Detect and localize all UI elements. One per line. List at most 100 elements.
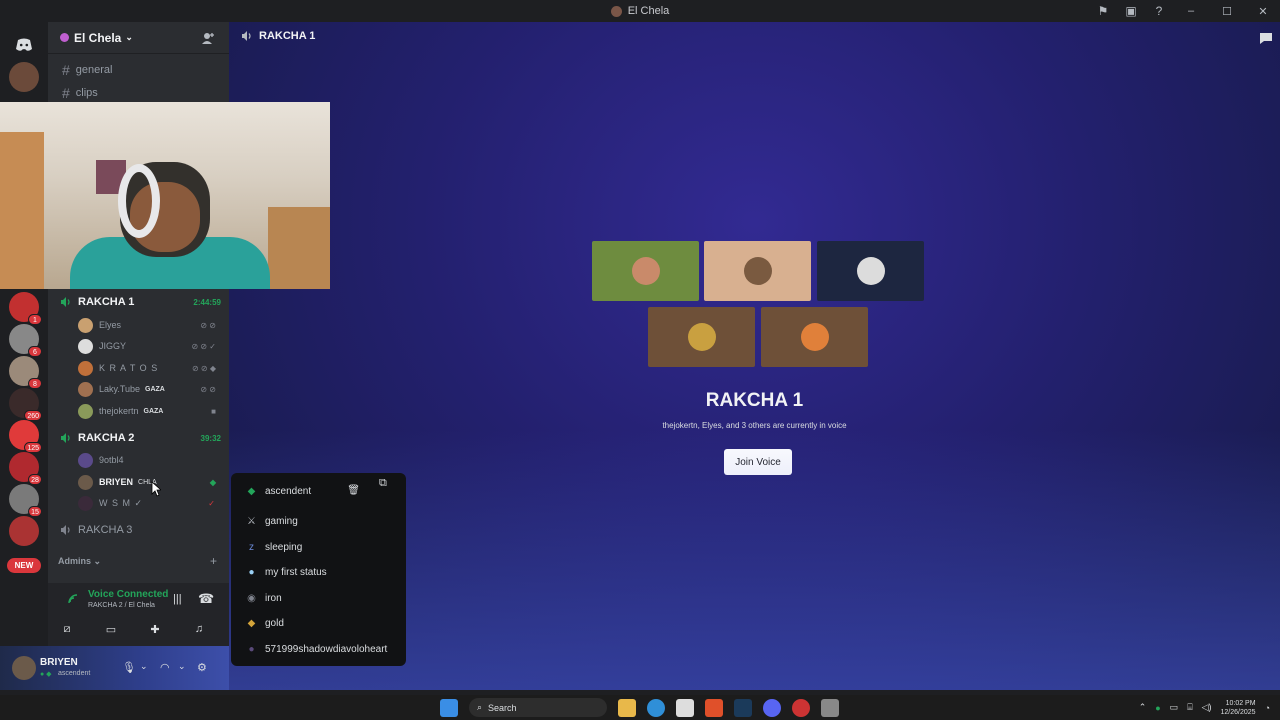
status-label: gold — [265, 618, 284, 630]
edge-icon[interactable] — [647, 698, 665, 717]
voice-channel-rakcha1[interactable]: RAKCHA 1 2:44:59 — [56, 292, 221, 312]
camera-off-icon: ⧄ — [63, 622, 71, 635]
category-label: Admins — [58, 556, 92, 566]
category-admins[interactable]: Admins ⌄ — [58, 556, 101, 567]
server-avatar[interactable]: 1 — [9, 292, 42, 325]
flag-icon[interactable]: ⚑ — [1096, 4, 1110, 18]
disconnect-icon[interactable]: ☎ — [198, 591, 214, 607]
server-avatar[interactable]: 260 — [9, 388, 42, 421]
server-avatar[interactable]: 15 — [9, 484, 42, 517]
participant-tile[interactable] — [592, 241, 699, 301]
voice-user-self[interactable]: BRIYEN CHLA ◆ — [78, 472, 218, 492]
voice-user[interactable]: K R A T O S ⊘ ⊘ ◆ — [78, 358, 218, 378]
voice-user[interactable]: Laky.Tube GAZA ⊘ ⊘ — [78, 379, 218, 399]
voice-status-subtitle[interactable]: RAKCHA 2 / El Chela — [88, 602, 155, 609]
windows-start-icon[interactable] — [440, 698, 458, 717]
participant-tile[interactable] — [761, 307, 868, 367]
clan-tag: GAZA — [145, 385, 165, 393]
minimize-button[interactable]: – — [1180, 5, 1202, 17]
server-avatar[interactable] — [9, 516, 39, 546]
status-item-current[interactable]: ◆ ascendent — [237, 478, 312, 504]
crossed-swords-icon: ⚔ — [247, 516, 256, 528]
screen-share-button[interactable]: ▭ — [92, 619, 130, 639]
discord-home-icon[interactable] — [9, 30, 39, 60]
soundboard-button[interactable]: ♫ — [180, 619, 218, 639]
gear-icon[interactable]: ⚙ — [197, 661, 207, 674]
voice-user[interactable]: 9otbl4 — [78, 450, 218, 470]
store-icon[interactable] — [676, 698, 694, 717]
clock[interactable]: 10:02 PM 12/26/2025 — [1221, 699, 1256, 717]
avatar — [78, 381, 93, 397]
close-button[interactable]: ✕ — [1252, 5, 1274, 18]
server-avatar[interactable]: 6 — [9, 324, 42, 357]
noise-suppression-icon[interactable]: ||| — [173, 593, 182, 605]
avatar — [78, 403, 93, 419]
join-voice-button[interactable]: Join Voice — [724, 449, 792, 475]
voice-status-title[interactable]: Voice Connected — [88, 589, 168, 600]
swap-icon[interactable]: ⧉ — [379, 477, 393, 491]
avatar — [78, 495, 93, 511]
status-menu-current[interactable]: ◆ ascendent 🗑 — [237, 479, 400, 503]
microphone-tray-icon[interactable]: ● — [1155, 703, 1160, 713]
add-member-icon[interactable] — [201, 31, 215, 45]
notification-icon[interactable]: ◔ — [1265, 703, 1270, 713]
title-bar: El Chela ⚑ ▣ ? – ☐ ✕ — [0, 0, 1280, 22]
participant-tile[interactable] — [817, 241, 924, 301]
chevron-down-icon[interactable]: ⌄ — [140, 661, 148, 672]
custom-status: ascendent — [58, 670, 91, 677]
network-icon[interactable]: ⌸ — [1187, 702, 1192, 713]
status-menu: ◆ ascendent 🗑 ⧉ ⚔ gaming z sleeping ● my fi… — [231, 473, 406, 666]
participant-tile[interactable] — [704, 241, 811, 301]
user-name[interactable]: BRIYEN — [40, 657, 78, 668]
inbox-icon[interactable]: ▣ — [1124, 4, 1138, 18]
avatar[interactable] — [12, 656, 36, 680]
activities-button[interactable]: ✚ — [136, 619, 174, 639]
voice-user[interactable]: JIGGY ⊘ ⊘ ✓ — [78, 336, 218, 356]
status-gem-icon: ● ◆ — [40, 671, 52, 678]
voice-channel-rakcha2[interactable]: RAKCHA 2 39:32 — [56, 428, 221, 448]
headphones-icon[interactable]: ◠ — [160, 661, 170, 674]
maximize-button[interactable]: ☐ — [1216, 5, 1238, 18]
camera-off-button[interactable]: ⧄ — [48, 619, 86, 639]
mute-deafen-icons: ⊘ ⊘ — [200, 384, 216, 394]
discord-taskbar-icon[interactable] — [763, 698, 781, 717]
server-avatar[interactable] — [9, 62, 39, 92]
chevron-up-icon[interactable]: ⌃ — [1139, 702, 1147, 713]
speaker-icon — [242, 31, 251, 41]
volume-icon[interactable]: ◁) — [1202, 702, 1212, 713]
brave-icon[interactable] — [705, 698, 723, 717]
voice-user[interactable]: Elyes ⊘ ⊘ — [78, 315, 218, 335]
voice-channel-rakcha3[interactable]: RAKCHA 3 — [56, 520, 221, 540]
chat-icon[interactable] — [1258, 30, 1274, 46]
file-explorer-icon[interactable] — [618, 698, 636, 717]
status-item[interactable]: z sleeping — [237, 535, 400, 561]
display-icon[interactable]: ▭ — [1170, 702, 1179, 713]
participant-tile[interactable] — [648, 307, 755, 367]
help-icon[interactable]: ? — [1152, 4, 1166, 18]
custom-avatar-icon: ● — [248, 643, 255, 655]
microphone-icon[interactable]: 🎙 — [122, 661, 136, 674]
trash-icon[interactable]: 🗑 — [347, 485, 360, 496]
clan-tag: GAZA — [143, 407, 164, 415]
channel-general[interactable]: # general — [56, 60, 221, 80]
status-item[interactable]: ◉ iron — [237, 586, 400, 612]
server-avatar[interactable]: 125 — [9, 420, 42, 453]
chevron-down-icon[interactable]: ⌄ — [178, 661, 186, 672]
server-avatar[interactable]: 8 — [9, 356, 42, 389]
voice-user[interactable]: W S M ✓ ✓ — [78, 493, 218, 513]
add-channel-icon[interactable]: + — [210, 554, 217, 568]
app-icon[interactable] — [792, 698, 810, 717]
status-item[interactable]: ● 571999shadowdiavoloheart — [237, 637, 400, 663]
app-icon[interactable] — [821, 698, 839, 717]
status-item[interactable]: ◆ gold — [237, 611, 400, 637]
status-item[interactable]: ⚔ gaming — [237, 509, 400, 535]
steam-icon[interactable] — [734, 698, 752, 717]
status-item[interactable]: ● my first status — [237, 560, 400, 586]
guild-header[interactable]: El Chela ⌄ — [48, 22, 229, 54]
channel-clips[interactable]: # clips — [56, 83, 221, 103]
channel-header: RAKCHA 1 — [241, 30, 315, 42]
voice-user[interactable]: thejokertn GAZA ■ — [78, 401, 218, 421]
server-avatar[interactable]: 28 — [9, 452, 42, 485]
unread-badge: 6 — [28, 346, 42, 357]
taskbar-search[interactable]: ⌕ Search — [469, 698, 607, 717]
